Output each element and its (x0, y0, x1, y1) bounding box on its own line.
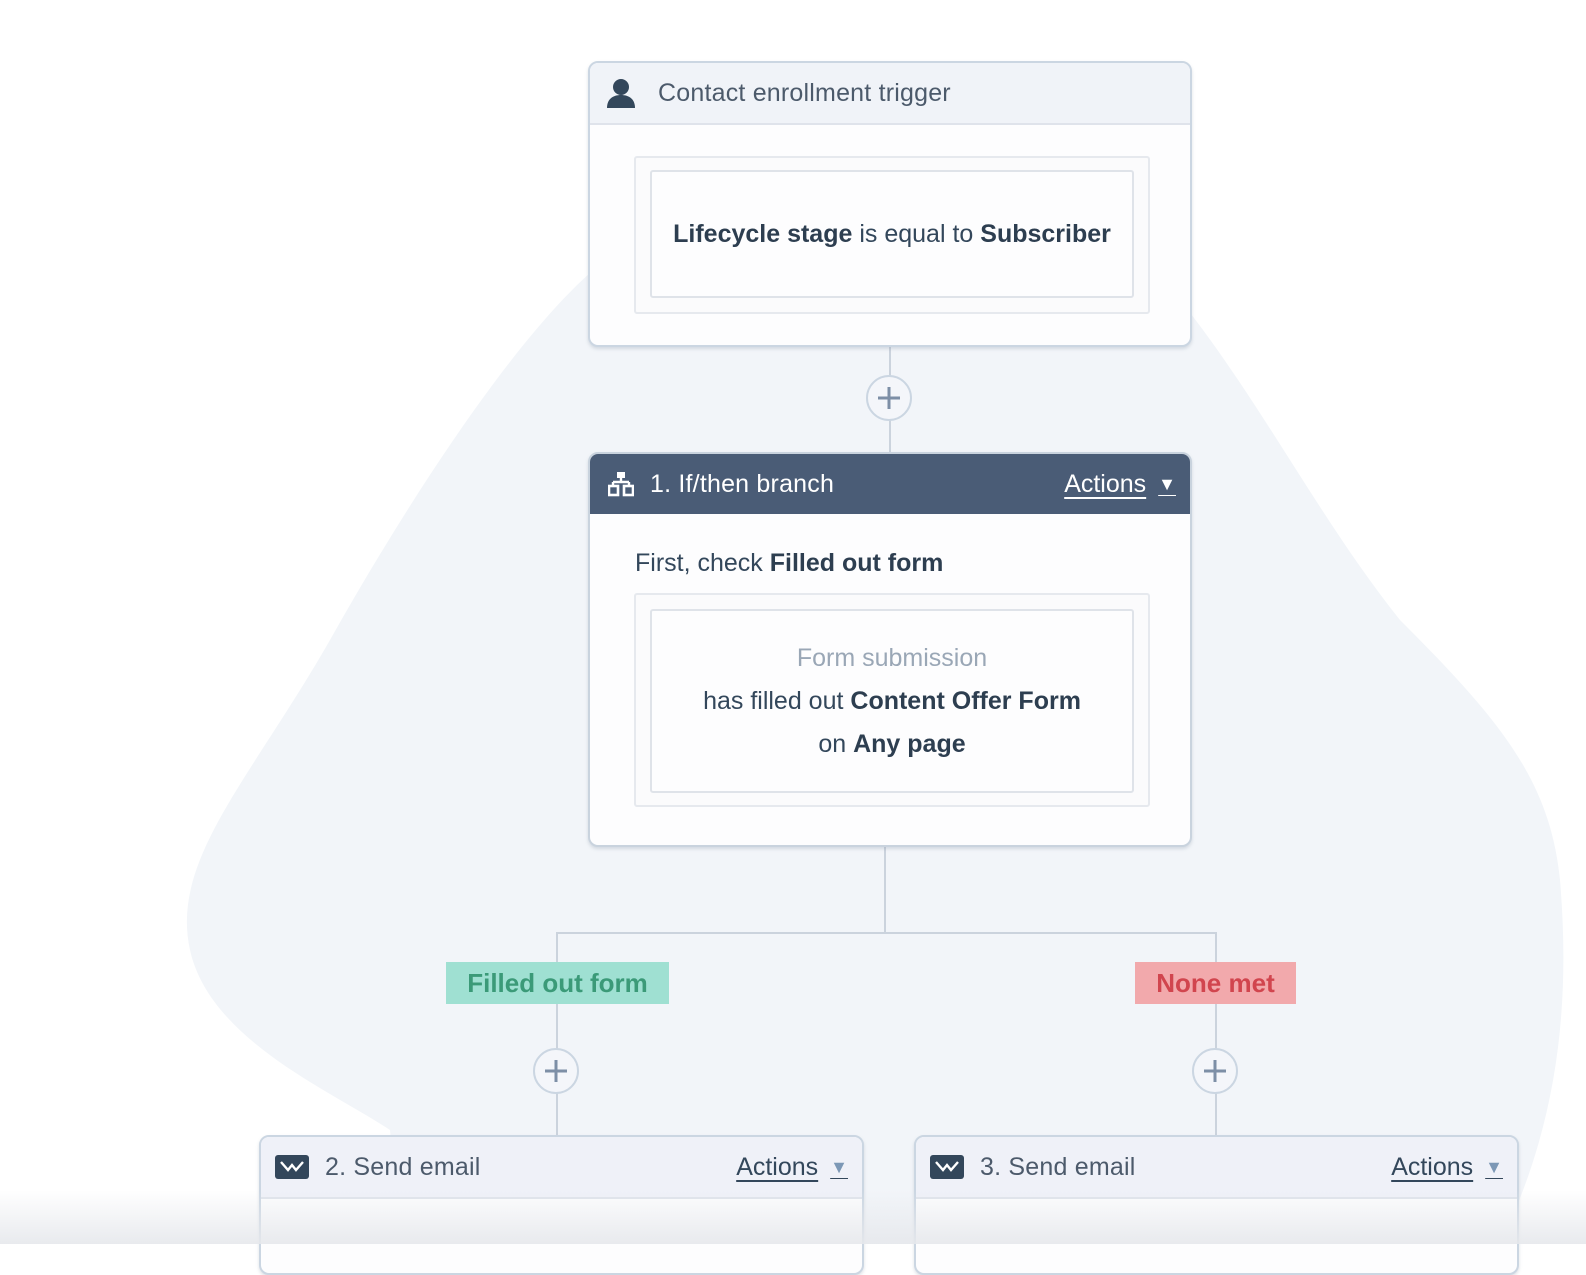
filter-page: Any page (853, 729, 966, 758)
send-email-card-3[interactable]: 3. Send email Actions ▼ (914, 1135, 1519, 1275)
filter-page-line: on Any page (818, 723, 965, 766)
first-check-text: First, check Filled out form (635, 549, 943, 578)
branch-filter[interactable]: Form submission has filled out Content O… (650, 609, 1134, 793)
trigger-header: Contact enrollment trigger (590, 63, 1190, 125)
send-email-header-3: 3. Send email Actions ▼ (916, 1137, 1517, 1199)
trigger-filter[interactable]: Lifecycle stage is equal to Subscriber (650, 170, 1134, 298)
email-icon (930, 1150, 964, 1184)
caret-down-icon: ▼ (1485, 1156, 1503, 1177)
caret-down-icon: ▼ (1158, 473, 1176, 494)
filled-out-form-label-text: Filled out form (467, 967, 648, 998)
send-email-actions-label-2: Actions (736, 1152, 819, 1181)
trigger-operator: is equal to (859, 219, 974, 248)
caret-down-icon: ▼ (830, 1156, 848, 1177)
add-action-button[interactable] (866, 375, 912, 421)
email-icon (275, 1150, 309, 1184)
branch-icon (604, 467, 638, 501)
plus-icon (545, 1060, 567, 1082)
first-check-value: Filled out form (769, 549, 944, 577)
trigger-condition-text: Lifecycle stage is equal to Subscriber (673, 220, 1111, 249)
plus-icon (878, 387, 900, 409)
filter-page-prefix: on (818, 729, 847, 758)
send-email-actions-dropdown-3[interactable]: Actions ▼ (1391, 1153, 1503, 1182)
plus-icon (1204, 1060, 1226, 1082)
trigger-title: Contact enrollment trigger (658, 78, 951, 107)
none-met-branch-label[interactable]: None met (1135, 962, 1296, 1004)
branch-title: 1. If/then branch (650, 469, 835, 498)
send-email-title-3: 3. Send email (980, 1152, 1136, 1181)
branch-actions-dropdown[interactable]: Actions ▼ (1064, 470, 1176, 499)
add-action-button-filled-branch[interactable] (533, 1048, 579, 1094)
branch-header: 1. If/then branch Actions ▼ (590, 454, 1190, 514)
send-email-card-2[interactable]: 2. Send email Actions ▼ (259, 1135, 864, 1275)
first-check-prefix: First, check (635, 549, 763, 577)
none-met-label-text: None met (1156, 967, 1275, 998)
send-email-actions-dropdown-2[interactable]: Actions ▼ (736, 1153, 848, 1182)
connector-branch-horizontal (556, 932, 1217, 934)
contact-icon (604, 76, 638, 110)
send-email-header-2: 2. Send email Actions ▼ (261, 1137, 862, 1199)
enrollment-trigger-card[interactable]: Contact enrollment trigger Lifecycle sta… (588, 61, 1192, 347)
send-email-actions-label-3: Actions (1391, 1152, 1474, 1181)
filter-category: Form submission (796, 643, 988, 672)
filter-form: Content Offer Form (850, 686, 1081, 715)
trigger-property: Lifecycle stage (673, 219, 853, 248)
connector-branch-down (884, 846, 886, 934)
trigger-value: Subscriber (980, 219, 1111, 248)
filter-verb: has filled out (703, 686, 844, 715)
add-action-button-none-met-branch[interactable] (1192, 1048, 1238, 1094)
filter-form-line: has filled out Content Offer Form (703, 680, 1081, 723)
filled-out-form-branch-label[interactable]: Filled out form (446, 962, 669, 1004)
send-email-title-2: 2. Send email (325, 1152, 481, 1181)
branch-actions-label: Actions (1064, 469, 1147, 498)
if-then-branch-card[interactable]: 1. If/then branch Actions ▼ First, check… (588, 452, 1192, 847)
